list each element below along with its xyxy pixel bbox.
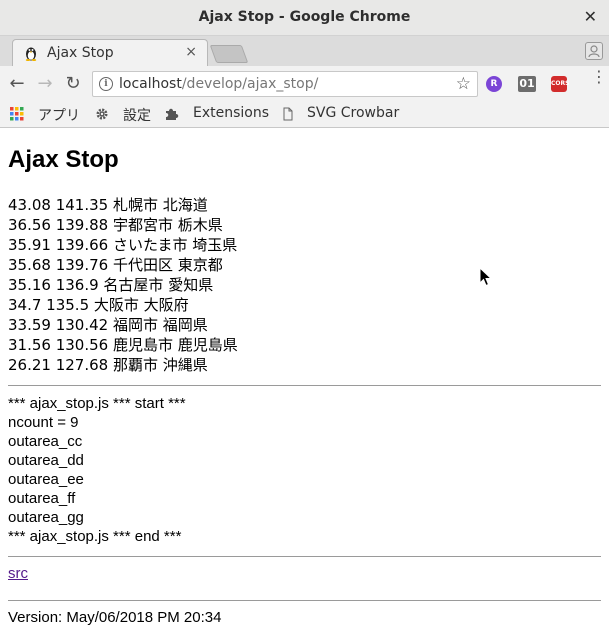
tab-title: Ajax Stop bbox=[47, 45, 114, 61]
page-title: Ajax Stop bbox=[8, 146, 119, 173]
city-row: 36.56 139.88 宇都宮市 栃木県 bbox=[8, 216, 223, 234]
divider bbox=[8, 600, 601, 601]
log-line: outarea_cc bbox=[8, 433, 83, 450]
bookmark-settings[interactable]: 設定 bbox=[123, 105, 151, 125]
city-row: 35.16 136.9 名古屋市 愛知県 bbox=[8, 276, 214, 294]
bookmarks-bar: アプリ 設定 Extensions SVG Crowbar bbox=[0, 102, 609, 128]
city-list: 43.08 141.35 札幌市 北海道 36.56 139.88 宇都宮市 栃… bbox=[8, 195, 601, 375]
puzzle-piece-icon bbox=[166, 108, 179, 120]
tab-strip: Ajax Stop × bbox=[0, 36, 609, 66]
city-row: 34.7 135.5 大阪市 大阪府 bbox=[8, 296, 189, 314]
src-link[interactable]: src bbox=[8, 565, 28, 582]
log-line: outarea_gg bbox=[8, 509, 84, 526]
info-icon[interactable]: i bbox=[99, 77, 113, 91]
version-text: Version: May/06/2018 PM 20:34 bbox=[8, 609, 222, 626]
tab-close-button[interactable]: × bbox=[185, 44, 197, 60]
browser-toolbar: ← → ↻ i localhost/develop/ajax_stop/ ☆ R… bbox=[0, 66, 609, 102]
page-content: Ajax Stop 43.08 141.35 札幌市 北海道 36.56 139… bbox=[8, 128, 601, 626]
extension-01-icon[interactable]: 01 bbox=[518, 76, 536, 92]
city-row: 43.08 141.35 札幌市 北海道 bbox=[8, 196, 208, 214]
tux-penguin-icon bbox=[25, 47, 37, 61]
extension-cors-icon[interactable]: CORS bbox=[551, 76, 569, 92]
city-row: 33.59 130.42 福岡市 福岡県 bbox=[8, 316, 208, 334]
forward-button[interactable]: → bbox=[33, 72, 57, 96]
window-close-button[interactable]: ✕ bbox=[584, 7, 597, 26]
log-line: outarea_ff bbox=[8, 490, 76, 507]
page-icon bbox=[283, 107, 293, 121]
address-bar[interactable]: i localhost/develop/ajax_stop/ ☆ bbox=[92, 71, 478, 97]
log-line: *** ajax_stop.js *** start *** bbox=[8, 395, 186, 412]
gear-icon bbox=[96, 108, 108, 120]
city-row: 31.56 130.56 鹿児島市 鹿児島県 bbox=[8, 336, 238, 354]
bookmark-apps[interactable]: アプリ bbox=[38, 105, 80, 125]
new-tab-button[interactable] bbox=[209, 45, 249, 63]
extension-r-icon[interactable]: R bbox=[486, 76, 502, 92]
window-title: Ajax Stop - Google Chrome bbox=[198, 9, 411, 25]
log-output: *** ajax_stop.js *** start *** ncount = … bbox=[8, 394, 601, 546]
mouse-cursor-icon bbox=[479, 267, 493, 287]
city-row: 35.91 139.66 さいたま市 埼玉県 bbox=[8, 236, 238, 254]
url-text[interactable]: localhost/develop/ajax_stop/ bbox=[119, 76, 318, 92]
chrome-menu-icon[interactable]: ⋮ bbox=[591, 69, 607, 85]
tab-ajax-stop[interactable]: Ajax Stop × bbox=[12, 39, 208, 66]
reload-button[interactable]: ↻ bbox=[61, 72, 85, 96]
apps-grid-icon[interactable] bbox=[10, 107, 24, 121]
url-host: localhost bbox=[119, 76, 182, 92]
person-icon bbox=[588, 45, 600, 58]
divider bbox=[8, 556, 601, 557]
log-line: ncount = 9 bbox=[8, 414, 79, 431]
city-row: 26.21 127.68 那覇市 沖縄県 bbox=[8, 356, 208, 374]
back-button[interactable]: ← bbox=[5, 72, 29, 96]
bookmark-star-icon[interactable]: ☆ bbox=[456, 74, 471, 94]
city-row: 35.68 139.76 千代田区 東京都 bbox=[8, 256, 223, 274]
bookmark-extensions[interactable]: Extensions bbox=[193, 105, 269, 121]
log-line: outarea_dd bbox=[8, 452, 84, 469]
divider bbox=[8, 385, 601, 386]
profile-icon[interactable] bbox=[585, 42, 603, 60]
log-line: *** ajax_stop.js *** end *** bbox=[8, 528, 182, 545]
window-titlebar: Ajax Stop - Google Chrome ✕ bbox=[0, 0, 609, 36]
url-path: /develop/ajax_stop/ bbox=[181, 76, 319, 92]
log-line: outarea_ee bbox=[8, 471, 84, 488]
bookmark-svg-crowbar[interactable]: SVG Crowbar bbox=[307, 105, 399, 121]
